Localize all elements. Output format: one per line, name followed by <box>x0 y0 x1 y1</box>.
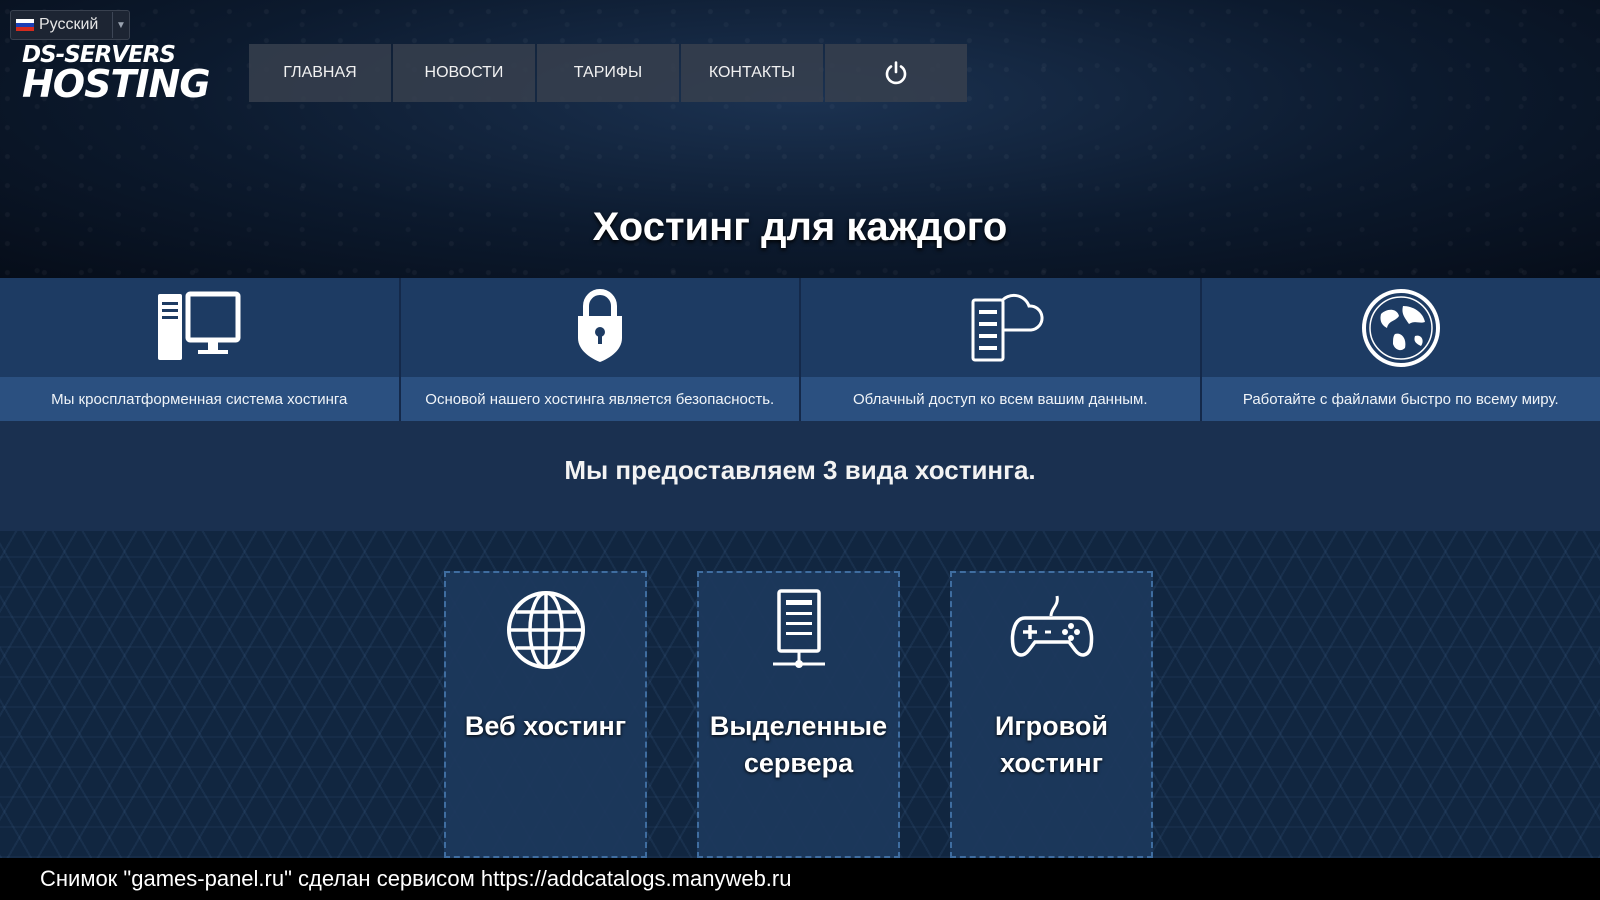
card-title: Игровой хостинг <box>995 711 1108 778</box>
main-nav: ГЛАВНАЯ НОВОСТИ ТАРИФЫ КОНТАКТЫ <box>249 44 967 102</box>
site-logo[interactable]: DS-SERVERS HOSTING <box>22 44 211 106</box>
padlock-icon <box>577 289 622 362</box>
feature-caption: Работайте с файлами быстро по всему миру… <box>1201 377 1600 421</box>
features-band: Мы кросплатформенная система хостинга Ос… <box>0 278 1600 421</box>
screenshot-caption-bar: Снимок "games-panel.ru" сделан сервисом … <box>0 858 1600 900</box>
globe-earth-icon <box>1361 289 1440 367</box>
card-game-hosting[interactable]: Игровой хостинг <box>950 571 1153 858</box>
server-rack-icon <box>772 589 825 668</box>
hero-title: Хостинг для каждого <box>592 205 1008 249</box>
nav-item-news[interactable]: НОВОСТИ <box>393 44 535 102</box>
nav-item-contacts[interactable]: КОНТАКТЫ <box>681 44 823 102</box>
card-title: Веб хостинг <box>464 711 627 741</box>
desktop-computer-icon <box>158 291 241 360</box>
feature-security: Основой нашего хостинга является безопас… <box>400 278 801 421</box>
feature-worldwide: Работайте с файлами быстро по всему миру… <box>1201 278 1600 421</box>
feature-caption: Основой нашего хостинга является безопас… <box>400 377 799 421</box>
logo-line-2: HOSTING <box>22 62 211 106</box>
cloud-server-icon <box>971 293 1044 362</box>
nav-item-home[interactable]: ГЛАВНАЯ <box>249 44 391 102</box>
chevron-down-icon[interactable]: ▼ <box>112 12 129 38</box>
hosting-types-band: Мы предоставляем 3 вида хостинга. <box>0 421 1600 531</box>
globe-icon <box>506 591 585 669</box>
screenshot-caption-text: Снимок "games-panel.ru" сделан сервисом … <box>40 866 792 891</box>
card-dedicated-servers[interactable]: Выделенные сервера <box>697 571 900 858</box>
russian-flag-icon <box>16 19 34 31</box>
power-icon <box>885 61 907 85</box>
card-title: Выделенные сервера <box>709 711 888 778</box>
feature-caption: Облачный доступ ко всем вашим данным. <box>801 377 1200 421</box>
card-web-hosting[interactable]: Веб хостинг <box>444 571 647 858</box>
hosting-types-heading: Мы предоставляем 3 вида хостинга. <box>564 454 1036 485</box>
feature-cloud: Облачный доступ ко всем вашим данным. <box>801 278 1202 421</box>
feature-crossplatform: Мы кросплатформенная система хостинга <box>0 278 401 421</box>
login-power-button[interactable] <box>825 44 967 102</box>
nav-item-tariffs[interactable]: ТАРИФЫ <box>537 44 679 102</box>
feature-caption: Мы кросплатформенная система хостинга <box>0 377 399 421</box>
gamepad-icon <box>1010 595 1093 657</box>
language-label: Русский <box>39 16 99 33</box>
language-selector[interactable]: Русский ▼ <box>10 10 130 40</box>
